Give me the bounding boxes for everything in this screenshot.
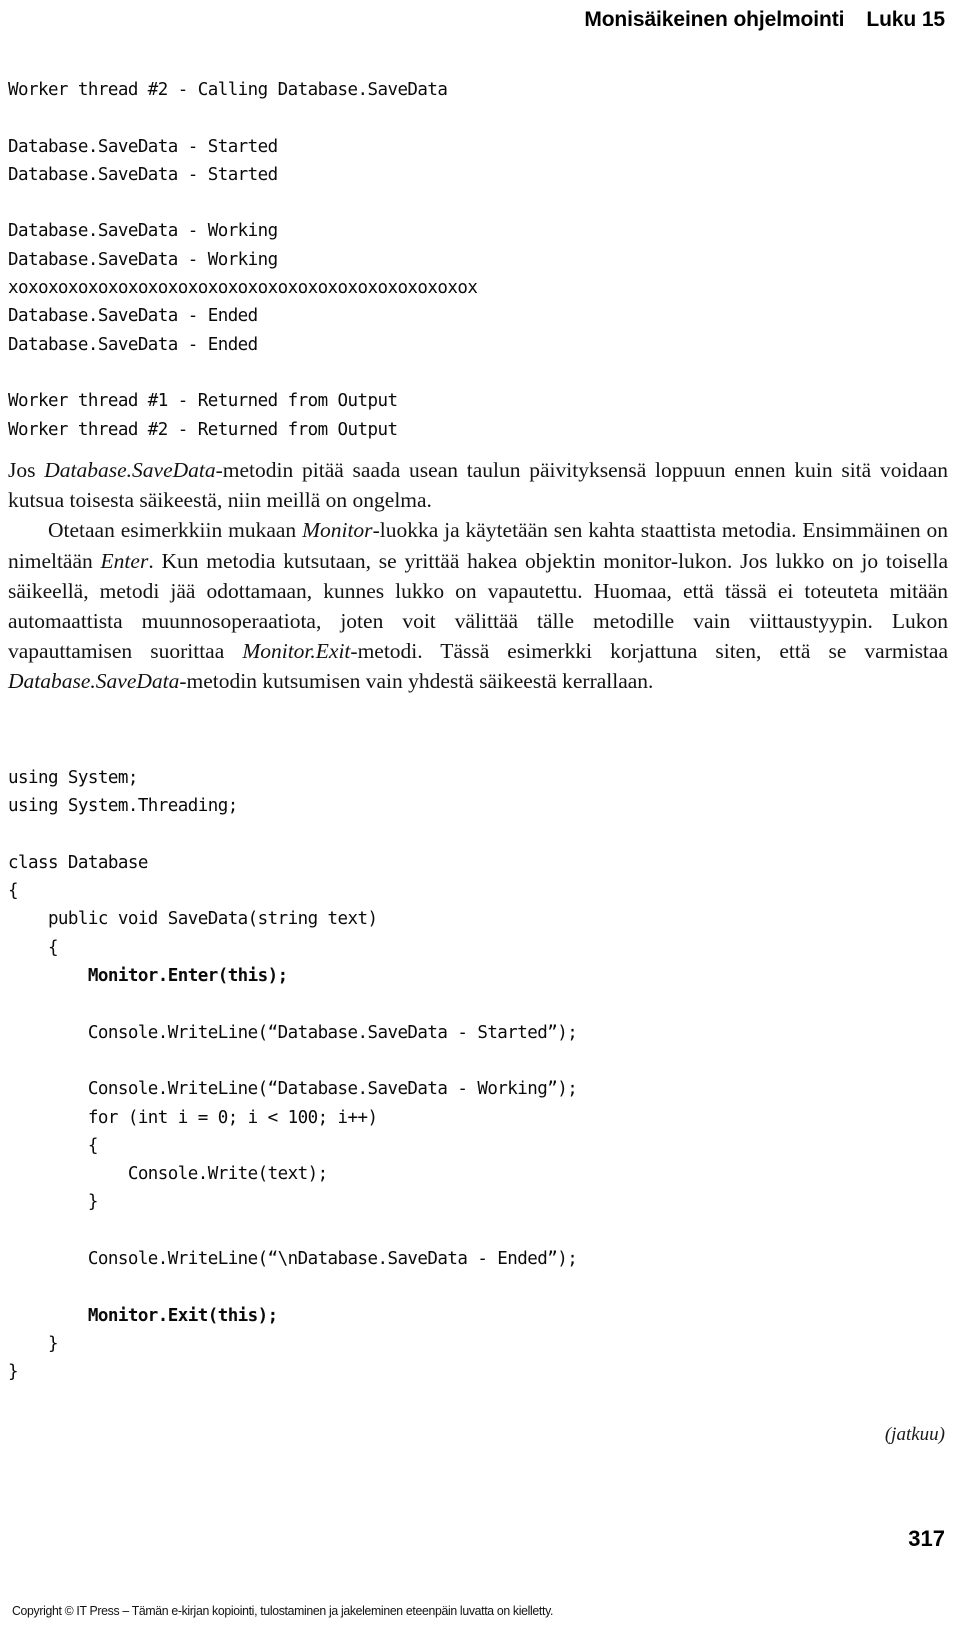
code-line: Console.WriteLine(“Database.SaveData - S… xyxy=(8,1022,578,1043)
book-page: Monisäikeinen ohjelmointi Luku 15 Worker … xyxy=(0,0,960,1641)
page-number: 317 xyxy=(908,1526,945,1551)
continued-note: (jatkuu) xyxy=(884,1424,945,1445)
code-line: public void SaveData(string text) xyxy=(8,909,378,930)
code-line: Console.WriteLine(“\nDatabase.SaveData -… xyxy=(8,1249,578,1270)
console-line: Worker thread #2 - Returned from Output xyxy=(8,419,398,440)
code-listing-block: using System; using System.Threading; cla… xyxy=(8,764,952,1387)
code-line: { xyxy=(8,881,19,902)
paragraph-2-code-2: Enter xyxy=(100,548,149,573)
console-line: xoxoxoxoxoxoxoxoxoxoxoxoxoxoxoxoxoxoxoxo… xyxy=(8,278,478,299)
code-line: { xyxy=(8,1135,99,1156)
code-line: using System.Threading; xyxy=(8,796,238,817)
code-line: Console.Write(text); xyxy=(8,1164,328,1185)
code-line: class Database xyxy=(8,852,148,873)
console-line: Worker thread #1 - Returned from Output xyxy=(8,391,398,412)
console-output-block: Worker thread #2 - Calling Database.Save… xyxy=(8,76,952,444)
console-line: Worker thread #2 - Calling Database.Save… xyxy=(8,80,448,100)
code-line: } xyxy=(8,1362,19,1383)
console-line: Database.SaveData - Started xyxy=(8,136,278,157)
running-head: Monisäikeinen ohjelmointi Luku 15 xyxy=(584,8,945,31)
console-line: Database.SaveData - Started xyxy=(8,164,278,185)
code-line: for (int i = 0; i < 100; i++) xyxy=(8,1107,378,1128)
code-line: } xyxy=(8,1192,99,1213)
paragraph-2-text-4: -metodi. Tässä esimerkki korjattuna site… xyxy=(350,639,948,664)
paragraph-1-text-1: Jos xyxy=(8,458,45,482)
code-line: using System; xyxy=(8,768,138,788)
code-line: { xyxy=(8,937,59,958)
paragraph-2-code-3: Monitor.Exit xyxy=(242,639,351,664)
code-line: } xyxy=(8,1333,59,1354)
code-line-highlighted: Monitor.Exit(this); xyxy=(8,1305,278,1326)
paragraph-2-code-1: Monitor xyxy=(302,518,373,543)
paragraph-2: Otetaan esimerkkiin mukaan Monitor-luokk… xyxy=(8,515,948,696)
running-head-chapter: Luku 15 xyxy=(866,8,945,31)
code-line-highlighted: Monitor.Enter(this); xyxy=(8,966,288,987)
paragraph-2-code-4: Database.SaveData xyxy=(8,669,180,694)
copyright-notice: Copyright © IT Press – Tämän e-kirjan ko… xyxy=(12,1603,554,1618)
paragraph-1-code-1: Database.SaveData xyxy=(44,458,216,482)
body-text: Jos Database.SaveData-metodin pitää saad… xyxy=(8,455,948,697)
running-head-section: Monisäikeinen ohjelmointi xyxy=(584,8,845,31)
paragraph-1: Jos Database.SaveData-metodin pitää saad… xyxy=(8,455,948,515)
console-line: Database.SaveData - Ended xyxy=(8,306,258,327)
console-line: Database.SaveData - Ended xyxy=(8,334,258,355)
code-line: Console.WriteLine(“Database.SaveData - W… xyxy=(8,1079,578,1100)
console-line: Database.SaveData - Working xyxy=(8,249,278,270)
console-line: Database.SaveData - Working xyxy=(8,221,278,242)
paragraph-2-text-5: -metodin kutsumisen vain yhdestä säikees… xyxy=(179,669,654,694)
paragraph-2-text-1: Otetaan esimerkkiin mukaan xyxy=(48,518,303,543)
